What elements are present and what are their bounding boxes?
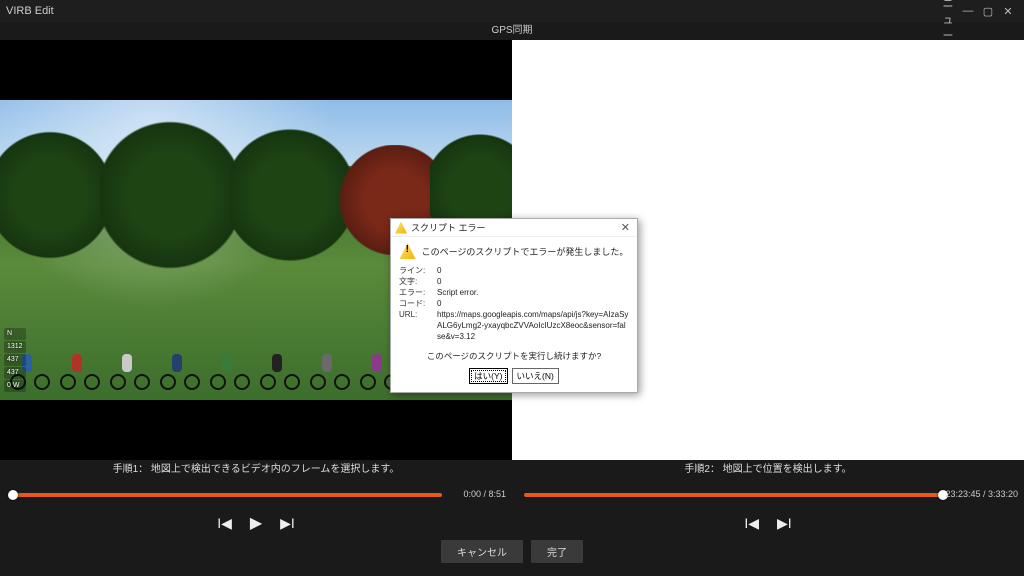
gps-time: 23:23:45 / 3:33:20 <box>945 489 1018 499</box>
minimize-button[interactable]: — <box>958 5 978 17</box>
dialog-close-button[interactable]: ✕ <box>618 221 633 234</box>
dialog-yes-button[interactable]: はい(Y) <box>469 368 507 384</box>
timelines: 0:00 / 8:51 23:23:45 / 3:33:20 <box>0 480 1024 510</box>
field-url-label: URL: <box>399 309 437 342</box>
video-time: 0:00 / 8:51 <box>463 489 506 499</box>
step-labels: 手順1： 地図上で検出できるビデオ内のフレームを選択します。 手順2： 地図上で… <box>0 460 1024 480</box>
gps-timeline[interactable]: 23:23:45 / 3:33:20 <box>512 480 1024 510</box>
overlay-n: N <box>4 328 26 340</box>
dialog-confirm-text: このページのスクリプトを実行し続けますか? <box>399 350 629 362</box>
step1-label: 手順1： 地図上で検出できるビデオ内のフレームを選択します。 <box>0 460 512 480</box>
field-char-val: 0 <box>437 276 629 287</box>
gps-next-button[interactable]: ▶I <box>777 515 792 532</box>
dialog-title: スクリプト エラー <box>411 221 618 234</box>
menu-button[interactable]: メニュー <box>938 0 958 43</box>
page-subtitle: GPS同期 <box>0 22 1024 40</box>
video-playhead[interactable] <box>8 490 18 500</box>
dialog-no-button[interactable]: いいえ(N) <box>512 368 559 384</box>
field-line-label: ライン: <box>399 265 437 276</box>
overlay-num3: 437 <box>4 367 26 379</box>
app-title: VIRB Edit <box>6 5 54 17</box>
field-line-val: 0 <box>437 265 629 276</box>
gps-prev-button[interactable]: I◀ <box>744 515 759 532</box>
field-error-val: Script error. <box>437 287 629 298</box>
field-error-label: エラー: <box>399 287 437 298</box>
cancel-button[interactable]: キャンセル <box>441 540 523 563</box>
transport-controls: I◀ ▶ ▶I I◀ ▶I <box>0 510 1024 536</box>
video-timeline[interactable]: 0:00 / 8:51 <box>0 480 512 510</box>
overlay-num2: 437 <box>4 354 26 366</box>
done-button[interactable]: 完了 <box>531 540 583 563</box>
overlay-w: W <box>13 382 20 389</box>
overlay-left: N 1312 437 437 0 W <box>4 327 26 392</box>
field-url-val: https://maps.googleapis.com/maps/api/js?… <box>437 309 629 342</box>
close-button[interactable]: ✕ <box>998 5 1018 18</box>
warning-icon <box>400 243 416 259</box>
video-track[interactable] <box>12 493 442 497</box>
video-next-button[interactable]: ▶I <box>280 515 295 532</box>
gps-track[interactable] <box>524 493 944 497</box>
dialog-titlebar[interactable]: スクリプト エラー ✕ <box>391 219 637 237</box>
script-error-dialog: スクリプト エラー ✕ このページのスクリプトでエラーが発生しました。 ライン:… <box>390 218 638 393</box>
field-char-label: 文字: <box>399 276 437 287</box>
dialog-fields: ライン:0 文字:0 エラー:Script error. コード:0 URL:h… <box>399 265 629 342</box>
step2-label: 手順2： 地図上で位置を検出します。 <box>512 460 1024 480</box>
video-prev-button[interactable]: I◀ <box>217 515 232 532</box>
maximize-button[interactable]: ▢ <box>978 5 998 18</box>
overlay-zero-l: 0 <box>7 382 11 389</box>
titlebar: VIRB Edit メニュー — ▢ ✕ <box>0 0 1024 22</box>
footer-buttons: キャンセル 完了 <box>0 536 1024 566</box>
overlay-num1: 1312 <box>4 341 26 353</box>
dialog-message: このページのスクリプトでエラーが発生しました。 <box>422 245 629 258</box>
video-play-button[interactable]: ▶ <box>250 513 262 533</box>
field-code-val: 0 <box>437 298 629 309</box>
field-code-label: コード: <box>399 298 437 309</box>
warning-icon <box>395 222 407 234</box>
